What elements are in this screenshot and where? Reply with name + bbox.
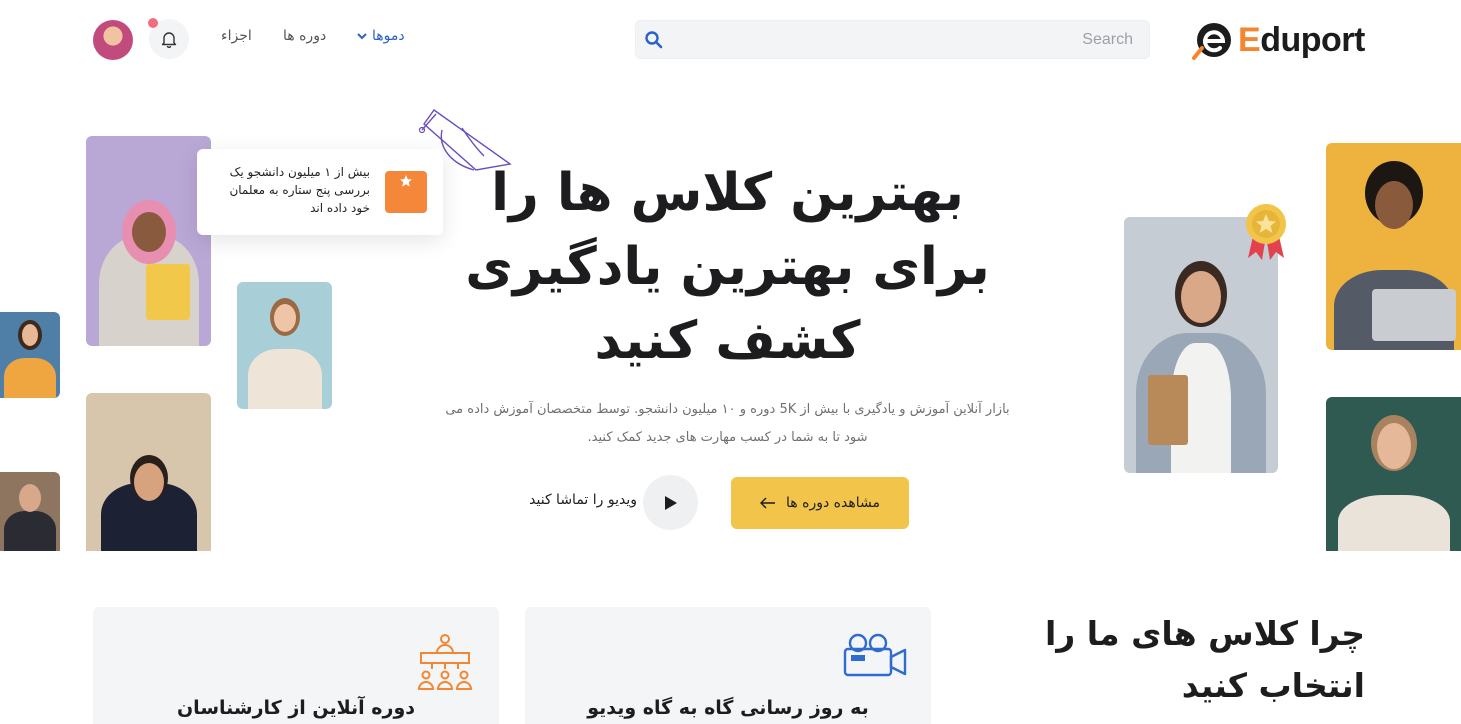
brand-name-rest: duport bbox=[1260, 20, 1365, 59]
feature-card: دوره آنلاین از کارشناسان bbox=[93, 607, 499, 724]
avatar[interactable] bbox=[93, 20, 133, 60]
view-courses-label: مشاهده دوره ها bbox=[786, 495, 880, 511]
person-head bbox=[19, 484, 41, 512]
books bbox=[1148, 375, 1188, 445]
student-photo bbox=[86, 136, 211, 346]
person-face bbox=[273, 304, 296, 332]
star-badge bbox=[385, 171, 427, 213]
hero-title: بهترین کلاس ها را برای بهترین یادگیری کش… bbox=[465, 163, 990, 371]
laptop bbox=[1372, 289, 1456, 341]
hero-description: بازار آنلاین آموزش و یادگیری با بیش از 5… bbox=[445, 402, 1010, 445]
student-photo bbox=[1326, 143, 1461, 350]
teacher-photo bbox=[86, 393, 211, 551]
play-icon bbox=[664, 495, 677, 510]
teacher-photo bbox=[0, 472, 60, 551]
video-camera-icon bbox=[843, 633, 907, 677]
person-face bbox=[1374, 181, 1413, 229]
review-card: بیش از ۱ میلیون دانشجو یک بررسی پنج ستار… bbox=[197, 149, 443, 235]
why-title: چرا کلاس های ما را انتخاب کنید bbox=[1044, 614, 1365, 705]
feature-title: به روز رسانی گاه به گاه ویدیو bbox=[587, 697, 869, 719]
person-body bbox=[247, 349, 322, 409]
brand-name-first: E bbox=[1238, 20, 1261, 59]
medal-icon bbox=[1246, 204, 1286, 260]
person-body bbox=[1337, 495, 1450, 551]
search-input[interactable] bbox=[673, 21, 1133, 58]
student-photo bbox=[237, 282, 332, 409]
search-bar bbox=[635, 20, 1150, 59]
feature-title: دوره آنلاین از کارشناسان bbox=[176, 697, 416, 719]
search-icon[interactable] bbox=[644, 30, 664, 50]
person-face bbox=[1376, 423, 1411, 469]
logo-mark-icon bbox=[1192, 23, 1231, 60]
person-face bbox=[133, 463, 164, 501]
header: Eduport دموها دوره ها اجزاء bbox=[0, 0, 1461, 80]
nav-courses[interactable]: دوره ها bbox=[283, 28, 326, 44]
play-video-button[interactable] bbox=[643, 475, 698, 530]
view-courses-button[interactable]: مشاهده دوره ها bbox=[731, 477, 909, 529]
bell-icon bbox=[161, 31, 177, 48]
person-body bbox=[4, 358, 56, 398]
brand-name: Eduport bbox=[1238, 21, 1365, 60]
logo[interactable]: Eduport bbox=[1192, 18, 1365, 62]
nav-demos-label: دموها bbox=[372, 28, 405, 44]
student-photo bbox=[0, 312, 60, 398]
nav-parts[interactable]: اجزاء bbox=[221, 28, 252, 44]
classroom-icon bbox=[418, 634, 472, 690]
person-body bbox=[4, 511, 56, 551]
person-face bbox=[22, 324, 38, 346]
person-face bbox=[131, 212, 166, 252]
star-icon bbox=[400, 175, 412, 187]
nav-demos[interactable]: دموها bbox=[357, 28, 405, 44]
arrow-left-icon bbox=[760, 497, 776, 509]
person-face bbox=[1181, 271, 1221, 323]
chevron-down-icon bbox=[357, 33, 367, 40]
notification-dot bbox=[148, 18, 158, 28]
review-text: بیش از ۱ میلیون دانشجو یک بررسی پنج ستار… bbox=[229, 165, 370, 215]
feature-card: به روز رسانی گاه به گاه ویدیو bbox=[525, 607, 931, 724]
teacher-photo bbox=[1326, 397, 1461, 551]
watch-video-link[interactable]: ویدیو را تماشا کنید bbox=[505, 492, 637, 508]
books bbox=[146, 264, 190, 320]
